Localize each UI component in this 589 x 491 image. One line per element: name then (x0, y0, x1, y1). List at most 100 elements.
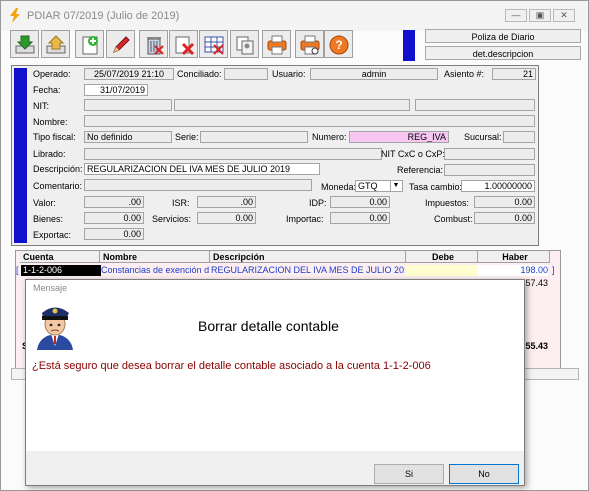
idp-label: IDP: (309, 198, 327, 208)
row-haber[interactable]: 198.00 (478, 265, 548, 276)
conciliado-label: Conciliado: (177, 69, 222, 79)
valor-field: .00 (84, 196, 144, 208)
librado-input[interactable] (84, 148, 382, 160)
tipo-fiscal-label: Tipo fiscal: (33, 132, 76, 142)
edit-button[interactable] (106, 30, 135, 58)
combust-field: 0.00 (474, 212, 535, 224)
referencia-input[interactable] (444, 164, 535, 176)
form-accent-bar (14, 68, 27, 243)
row-nombre[interactable]: Constancias de exención de (101, 265, 209, 276)
download-icon (15, 35, 35, 54)
upload-icon (46, 35, 66, 54)
minimize-button[interactable]: — (505, 9, 527, 22)
row-cuenta[interactable]: 1-1-2-006 (21, 265, 101, 276)
fecha-label: Fecha: (33, 85, 61, 95)
restore-button[interactable]: ▣ (529, 9, 551, 22)
nit-name-input[interactable] (174, 99, 410, 111)
serie-input[interactable] (200, 131, 308, 143)
dialog-heading: Borrar detalle contable (198, 318, 339, 334)
printer-icon (267, 35, 287, 55)
help-icon: ? (329, 35, 349, 55)
operado-field: 25/07/2019 21:10 (84, 68, 174, 80)
numero-input[interactable]: REG_IVA (349, 131, 449, 143)
col-haber[interactable]: Haber (478, 251, 550, 263)
tipo-fiscal-field[interactable]: No definido (84, 131, 172, 143)
moneda-select[interactable]: GTQ ▼ (355, 180, 403, 192)
chevron-down-icon: ▼ (390, 181, 401, 191)
tasa-label: Tasa cambio: (409, 182, 463, 192)
edit-pencil-icon (113, 36, 130, 53)
sucursal-label: Sucursal: (464, 132, 502, 142)
print-preview-button[interactable] (295, 30, 324, 58)
moneda-value: GTQ (358, 181, 378, 191)
operado-label: Operado: (33, 69, 71, 79)
col-debe[interactable]: Debe (406, 251, 478, 263)
copy-document-button[interactable] (230, 30, 259, 58)
fecha-input[interactable]: 31/07/2019 (84, 84, 148, 96)
close-button[interactable]: ✕ (553, 9, 575, 22)
nombre-input[interactable] (84, 115, 535, 127)
usuario-label: Usuario: (272, 69, 306, 79)
descripcion-input[interactable]: REGULARIZACION DEL IVA MES DE JULIO 2019 (84, 163, 320, 175)
serie-label: Serie: (175, 132, 199, 142)
print-preview-icon (300, 35, 320, 55)
window-title: PDIAR 07/2019 (Julio de 2019) (27, 10, 180, 22)
col-cuenta[interactable]: Cuenta (20, 251, 100, 263)
download-button[interactable] (10, 30, 39, 58)
delete-document-button[interactable] (169, 30, 198, 58)
row-debe[interactable] (406, 265, 478, 276)
nit-input[interactable] (84, 99, 172, 111)
nit-cxc-label: NIT CxC o CxP: (381, 149, 445, 159)
usuario-field: admin (310, 68, 438, 80)
row-bracket-left: [ (16, 265, 19, 275)
asiento-label: Asiento #: (444, 69, 485, 79)
servicios-label: Servicios: (152, 214, 192, 224)
exportac-label: Exportac: (33, 230, 72, 240)
valor-label: Valor: (33, 198, 56, 208)
comentario-label: Comentario: (33, 181, 83, 191)
new-document-button[interactable] (75, 30, 104, 58)
delete-bin-icon (147, 37, 164, 55)
servicios-field: 0.00 (197, 212, 256, 224)
dialog-title: Mensaje (33, 283, 68, 293)
col-nombre[interactable]: Nombre (100, 251, 210, 263)
asiento-field: 21 (492, 68, 536, 80)
col-descripcion[interactable]: Descripción (210, 251, 406, 263)
sucursal-input[interactable] (503, 131, 535, 143)
row-bracket-right: ] (552, 265, 555, 275)
librado-label: Librado: (33, 149, 66, 159)
help-button[interactable]: ? (324, 30, 353, 58)
importac-label: Importac: (286, 214, 324, 224)
combust-label: Combust: (434, 214, 473, 224)
restore-icon: ▣ (535, 10, 545, 20)
yes-button[interactable]: Si (374, 464, 444, 484)
title-bar[interactable]: PDIAR 07/2019 (Julio de 2019) — ▣ ✕ (1, 1, 588, 31)
poliza-type: Poliza de Diario (425, 29, 581, 43)
nit-extra-input[interactable] (415, 99, 535, 111)
importac-field: 0.00 (330, 212, 390, 224)
conciliado-field (224, 68, 268, 80)
upload-button[interactable] (41, 30, 70, 58)
delete-bin-button[interactable] (139, 30, 168, 58)
row-descripcion[interactable]: REGULARIZACION DEL IVA MES DE JULIO 2019 (211, 265, 405, 276)
delete-document-icon (175, 36, 195, 56)
isr-field: .00 (197, 196, 256, 208)
copy-document-icon (236, 36, 254, 55)
grid-button[interactable] (199, 30, 228, 58)
nit-cxc-input[interactable] (444, 148, 535, 160)
new-document-icon (82, 36, 98, 55)
close-icon: ✕ (560, 10, 568, 20)
idp-field: 0.00 (330, 196, 390, 208)
tasa-input[interactable]: 1.00000000 (461, 180, 535, 192)
bienes-label: Bienes: (33, 214, 64, 224)
printer-button[interactable] (262, 30, 291, 58)
status-indicator (403, 30, 415, 61)
isr-label: ISR: (172, 198, 190, 208)
impuestos-label: Impuestos: (425, 198, 470, 208)
confirm-dialog: Mensaje Borrar detalle contable ¿Está se… (25, 279, 525, 486)
no-button[interactable]: No (449, 464, 519, 484)
referencia-label: Referencia: (397, 165, 444, 175)
moneda-label: Moneda: (321, 182, 357, 192)
comentario-input[interactable] (84, 179, 312, 191)
nombre-label: Nombre: (33, 117, 68, 127)
